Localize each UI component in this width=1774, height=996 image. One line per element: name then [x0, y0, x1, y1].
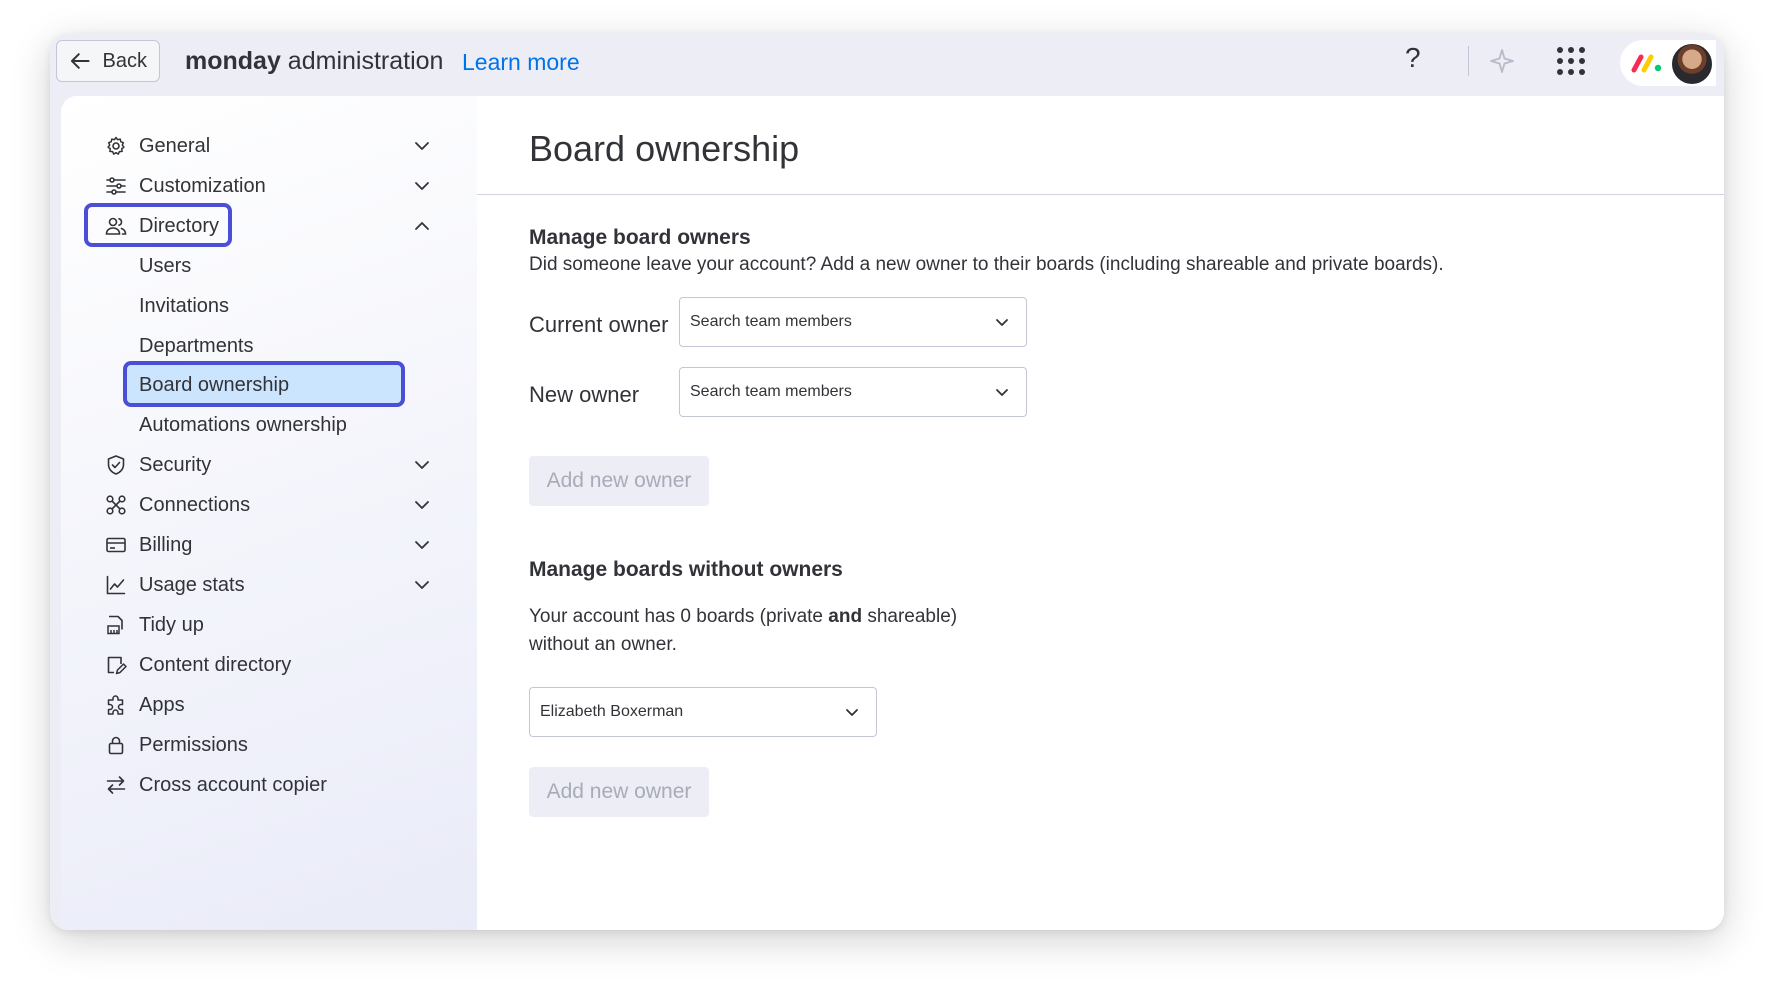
sidebar-subitem-users[interactable]: Users [61, 244, 477, 288]
new-owner-label: New owner [529, 382, 640, 407]
add-new-owner-button[interactable]: Add new owner [529, 456, 709, 506]
sidebar-item-label: Security [139, 453, 212, 476]
new-owner-dropdown[interactable]: Search team members [679, 367, 1027, 417]
chevron-up-icon [415, 222, 429, 230]
sidebar-item-general[interactable]: General [61, 124, 477, 168]
sidebar-subitem-departments[interactable]: Departments [61, 324, 477, 368]
sidebar-subitem-label: Board ownership [139, 373, 290, 396]
sidebar-item-label: Connections [139, 493, 251, 516]
topbar-divider [1468, 46, 1469, 76]
sidebar-item-label: Cross account copier [139, 773, 327, 796]
swap-icon [106, 776, 126, 794]
broom-icon [107, 615, 123, 635]
sidebar-subitem-board-ownership[interactable]: Board ownership [61, 363, 477, 407]
chevron-down-icon [996, 319, 1008, 326]
sidebar: General Customization Directory Users In… [61, 96, 477, 930]
chevron-down-icon [996, 389, 1008, 396]
sidebar-item-directory[interactable]: Directory [61, 204, 477, 248]
apps-grid-icon[interactable] [1556, 46, 1586, 76]
arrow-left-icon [70, 53, 90, 69]
sidebar-subitem-label: Invitations [139, 294, 230, 317]
chevron-down-icon [415, 501, 429, 509]
top-bar: Back monday administration Learn more ? [50, 34, 1724, 96]
sidebar-item-label: Billing [139, 533, 193, 556]
sidebar-subitem-automations-ownership[interactable]: Automations ownership [61, 403, 477, 447]
shield-icon [107, 455, 125, 475]
sidebar-item-content-directory[interactable]: Content directory [61, 643, 477, 687]
chart-icon [106, 575, 126, 595]
sidebar-item-usage-stats[interactable]: Usage stats [61, 563, 477, 607]
chevron-down-icon [846, 709, 858, 716]
sidebar-subitem-label: Automations ownership [139, 413, 347, 436]
people-icon [105, 217, 127, 235]
section-description: Did someone leave your account? Add a ne… [529, 254, 1444, 275]
sidebar-subitem-label: Users [139, 254, 192, 277]
sliders-icon [106, 177, 126, 195]
owner-select-dropdown[interactable]: Elizabeth Boxerman [529, 687, 877, 737]
sidebar-item-label: Usage stats [139, 573, 245, 596]
admin-window: Back monday administration Learn more ? [50, 34, 1724, 930]
current-owner-dropdown[interactable]: Search team members [679, 297, 1027, 347]
boards-count-bold: and [828, 606, 863, 627]
section-heading-boards-without-owners: Manage boards without owners [529, 558, 843, 581]
sidebar-item-apps[interactable]: Apps [61, 683, 477, 727]
sidebar-subitem-label: Departments [139, 334, 254, 357]
sidebar-item-label: Content directory [139, 653, 292, 676]
chevron-down-icon [415, 461, 429, 469]
chevron-down-icon [415, 182, 429, 190]
monday-logo-icon [1631, 54, 1662, 73]
sidebar-item-label: Customization [139, 174, 266, 197]
sidebar-item-customization[interactable]: Customization [61, 164, 477, 208]
app-title: monday administration [185, 47, 443, 76]
account-switcher[interactable] [1620, 40, 1716, 86]
page-title: Board ownership [529, 128, 800, 169]
gear-icon [107, 136, 125, 155]
back-label: Back [102, 49, 147, 72]
boards-count-text-line2: without an owner. [529, 634, 677, 655]
add-new-owner-button-2[interactable]: Add new owner [529, 767, 709, 817]
owner-select-value: Elizabeth Boxerman [540, 703, 684, 720]
content-panel: General Customization Directory Users In… [61, 96, 1724, 930]
content-icon [107, 656, 127, 675]
sidebar-item-label: Tidy up [139, 613, 204, 636]
sidebar-item-label: General [139, 134, 211, 157]
sidebar-subitem-invitations[interactable]: Invitations [61, 284, 477, 328]
brand-bold: monday [185, 47, 281, 75]
puzzle-icon [107, 695, 124, 715]
chevron-down-icon [415, 541, 429, 549]
section-heading-manage-owners: Manage board owners [529, 226, 751, 249]
sidebar-item-cross-account-copier[interactable]: Cross account copier [61, 763, 477, 807]
back-button[interactable]: Back [56, 40, 160, 82]
current-owner-placeholder: Search team members [690, 313, 852, 330]
sidebar-item-tidy-up[interactable]: Tidy up [61, 603, 477, 647]
brand-rest: administration [280, 47, 444, 75]
sidebar-item-label: Directory [139, 214, 220, 237]
help-icon[interactable]: ? [1405, 42, 1421, 74]
chevron-down-icon [415, 581, 429, 589]
sidebar-item-connections[interactable]: Connections [61, 483, 477, 527]
sparkle-icon[interactable] [1488, 47, 1516, 75]
boards-count-part2: shareable) [862, 606, 958, 627]
connections-icon [106, 495, 126, 515]
sidebar-item-label: Permissions [139, 733, 248, 756]
sidebar-item-label: Apps [139, 693, 185, 716]
main-content: Board ownership Manage board owners Did … [477, 96, 1724, 930]
sidebar-item-permissions[interactable]: Permissions [61, 723, 477, 767]
card-icon [106, 537, 126, 553]
chevron-down-icon [415, 142, 429, 150]
boards-count-part1: Your account has 0 boards (private [529, 606, 829, 627]
boards-count-text: Your account has 0 boards (private and s… [529, 606, 957, 628]
lock-icon [108, 736, 124, 755]
sidebar-item-billing[interactable]: Billing [61, 523, 477, 567]
current-owner-label: Current owner [529, 312, 669, 337]
title-divider [477, 194, 1724, 195]
sidebar-item-security[interactable]: Security [61, 443, 477, 487]
avatar[interactable] [1670, 42, 1714, 86]
learn-more-link[interactable]: Learn more [462, 49, 580, 76]
new-owner-placeholder: Search team members [690, 383, 852, 400]
